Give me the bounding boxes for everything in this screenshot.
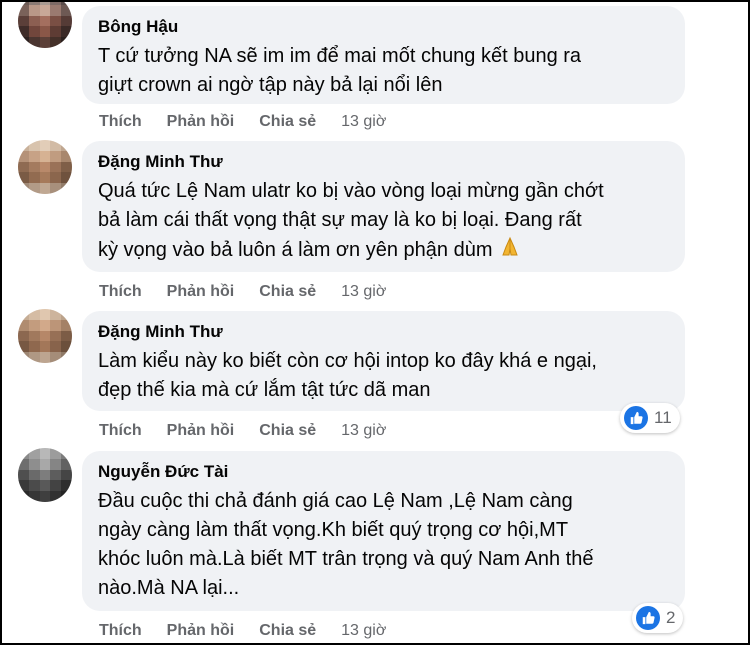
timestamp[interactable]: 13 giờ: [341, 113, 386, 131]
reply-button[interactable]: Phản hồi: [167, 422, 235, 440]
reply-button[interactable]: Phản hồi: [167, 113, 235, 131]
reply-button[interactable]: Phản hồi: [167, 283, 235, 301]
like-button[interactable]: Thích: [99, 283, 142, 301]
comment-text: Làm kiểu này ko biết còn cơ hội intop ko…: [98, 350, 597, 401]
avatar[interactable]: [18, 448, 72, 502]
like-reaction-icon: [624, 406, 648, 430]
share-button[interactable]: Chia sẻ: [259, 113, 316, 131]
like-reaction-icon: [636, 606, 660, 630]
avatar[interactable]: [18, 309, 72, 363]
comment-actions: Thích Phản hồi Chia sẻ 13 giờ: [99, 419, 386, 443]
timestamp[interactable]: 13 giờ: [341, 283, 386, 301]
comment-bubble: Bông Hậu T cứ tưởng NA sẽ im im để mai m…: [82, 6, 685, 104]
comment-author[interactable]: Đặng Minh Thư: [98, 151, 669, 173]
share-button[interactable]: Chia sẻ: [259, 622, 316, 640]
reply-button[interactable]: Phản hồi: [167, 622, 235, 640]
share-button[interactable]: Chia sẻ: [259, 283, 316, 301]
avatar[interactable]: [18, 0, 72, 48]
comment-text: Quá tức Lệ Nam ulatr ko bị vào vòng loại…: [98, 177, 669, 268]
comment-bubble: Nguyễn Đức Tài Đầu cuộc thi chả đánh giá…: [82, 451, 685, 611]
comment-bubble: Đặng Minh Thư Làm kiểu này ko biết còn c…: [82, 311, 685, 411]
avatar[interactable]: [18, 140, 72, 194]
comment-text: Đầu cuộc thi chả đánh giá cao Lệ Nam ,Lệ…: [98, 490, 594, 599]
comment-bubble: Đặng Minh Thư Quá tức Lệ Nam ulatr ko bị…: [82, 141, 685, 272]
comment-text: T cứ tưởng NA sẽ im im để mai mốt chung …: [98, 45, 582, 96]
timestamp[interactable]: 13 giờ: [341, 422, 386, 440]
timestamp[interactable]: 13 giờ: [341, 622, 386, 640]
reaction-count-value: 2: [666, 608, 676, 627]
comment-author[interactable]: Đặng Minh Thư: [98, 321, 669, 343]
like-button[interactable]: Thích: [99, 622, 142, 640]
comment-actions: Thích Phản hồi Chia sẻ 13 giờ: [99, 110, 386, 134]
folded-hands-icon: [498, 235, 522, 268]
reaction-count-value: 11: [654, 408, 672, 427]
comment-actions: Thích Phản hồi Chia sẻ 13 giờ: [99, 280, 386, 304]
like-button[interactable]: Thích: [99, 422, 142, 440]
comment-author[interactable]: Bông Hậu: [98, 16, 669, 38]
like-button[interactable]: Thích: [99, 113, 142, 131]
comment-author[interactable]: Nguyễn Đức Tài: [98, 461, 669, 483]
reaction-count[interactable]: 2: [632, 603, 684, 633]
comment-actions: Thích Phản hồi Chia sẻ 13 giờ: [99, 619, 386, 643]
share-button[interactable]: Chia sẻ: [259, 422, 316, 440]
reaction-count[interactable]: 11: [620, 403, 680, 433]
